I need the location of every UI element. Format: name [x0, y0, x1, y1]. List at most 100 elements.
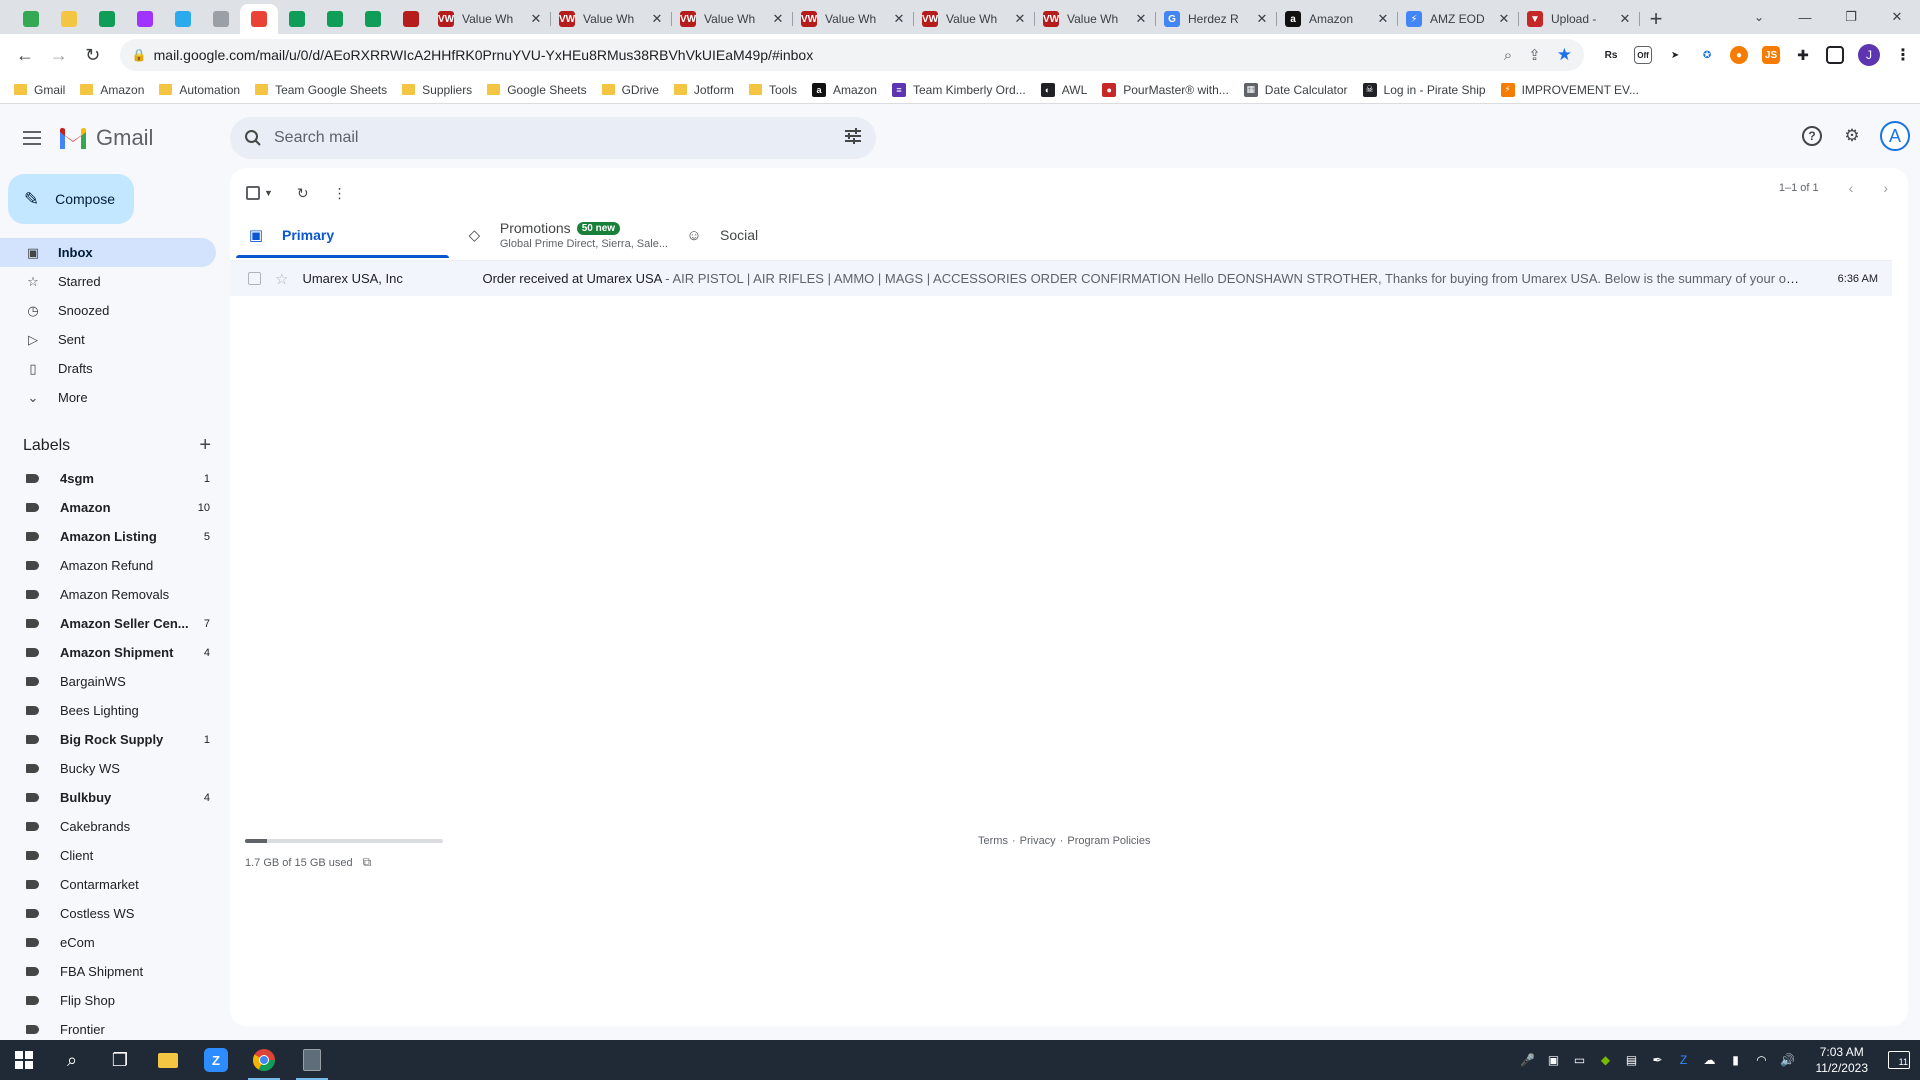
tab-close-icon[interactable]: ✕	[1013, 11, 1027, 27]
nav-item-inbox[interactable]: ▣ Inbox	[0, 238, 216, 267]
zoom-app-icon[interactable]: Z	[192, 1040, 240, 1080]
bookmark-item[interactable]: Amazon	[80, 83, 144, 97]
bookmark-item[interactable]: ≡ Team Kimberly Ord...	[891, 82, 1026, 97]
label-item[interactable]: Cakebrands	[0, 812, 216, 841]
browser-tab[interactable]: VW Value Wh ✕	[430, 4, 551, 34]
bookmark-item[interactable]: Google Sheets	[487, 83, 587, 97]
chrome-profile-avatar[interactable]: J	[1858, 44, 1881, 66]
tab-close-icon[interactable]: ✕	[1618, 11, 1632, 27]
tab-close-icon[interactable]: ✕	[1376, 11, 1390, 27]
wifi-icon[interactable]: ◠	[1754, 1052, 1770, 1068]
browser-tab[interactable]: VW Value Wh ✕	[551, 4, 672, 34]
tab-close-icon[interactable]: ✕	[1497, 11, 1511, 27]
search-bar[interactable]	[230, 117, 876, 159]
pinned-tab[interactable]	[316, 4, 354, 34]
taskbar-clock[interactable]: 7:03 AM 11/2/2023	[1816, 1044, 1869, 1076]
pinned-tab[interactable]	[12, 4, 50, 34]
bookmark-item[interactable]: GDrive	[601, 83, 659, 97]
label-item[interactable]: Frontier	[0, 1015, 216, 1040]
label-item[interactable]: 4sgm 1	[0, 464, 216, 493]
tab-close-icon[interactable]: ✕	[1134, 11, 1148, 27]
label-item[interactable]: BargainWS	[0, 667, 216, 696]
refresh-icon[interactable]: ↻	[297, 185, 309, 202]
label-item[interactable]: Client	[0, 841, 216, 870]
older-chevron-right-icon[interactable]: ›	[1883, 180, 1888, 196]
url-text[interactable]: mail.google.com/mail/u/0/d/AEoRXRRWIcA2H…	[154, 47, 1504, 63]
bookmark-item[interactable]: Jotform	[673, 83, 734, 97]
onedrive-cloud-icon[interactable]: ☁	[1702, 1052, 1718, 1068]
battery-icon[interactable]: ▮	[1728, 1052, 1744, 1068]
label-item[interactable]: Costless WS	[0, 899, 216, 928]
open-storage-icon[interactable]: ⧉	[363, 855, 372, 870]
tray-app-icon[interactable]: ▣	[1546, 1052, 1562, 1068]
side-panel-icon[interactable]	[1826, 46, 1845, 64]
notification-center-icon[interactable]: 11	[1888, 1051, 1910, 1069]
search-options-icon[interactable]	[844, 127, 862, 149]
bookmark-item[interactable]: Gmail	[14, 83, 65, 97]
restore-button[interactable]: ❐	[1828, 0, 1874, 34]
main-menu-icon[interactable]	[18, 124, 46, 152]
label-item[interactable]: Amazon Listing 5	[0, 522, 216, 551]
tab-close-icon[interactable]: ✕	[1255, 11, 1269, 27]
pinned-tab[interactable]	[164, 4, 202, 34]
tray-monitor-icon[interactable]: ▭	[1572, 1052, 1588, 1068]
label-item[interactable]: Amazon Shipment 4	[0, 638, 216, 667]
back-button[interactable]: ←	[8, 38, 42, 72]
chrome-taskbar-icon[interactable]	[240, 1040, 288, 1080]
extensions-puzzle-icon[interactable]: ✚	[1794, 46, 1812, 64]
bookmark-item[interactable]: Suppliers	[402, 83, 472, 97]
minimize-button[interactable]: —	[1782, 0, 1828, 34]
nav-item-more[interactable]: ⌄ More	[0, 383, 216, 412]
bookmark-item[interactable]: ● PourMaster® with...	[1102, 82, 1229, 97]
gmail-logo[interactable]: Gmail	[58, 125, 153, 151]
zoom-icon[interactable]: ⌕	[1504, 47, 1512, 64]
email-row[interactable]: ☆ Umarex USA, Inc Order received at Umarex…	[230, 260, 1892, 296]
volume-icon[interactable]: 🔊	[1780, 1052, 1796, 1068]
pinned-tab[interactable]	[88, 4, 126, 34]
extension-off-icon[interactable]: Off	[1634, 46, 1653, 64]
bookmark-item[interactable]: Team Google Sheets	[255, 83, 387, 97]
nvidia-icon[interactable]: ◆	[1598, 1052, 1614, 1068]
taskbar-search-icon[interactable]: ⌕	[48, 1040, 96, 1080]
label-item[interactable]: Bees Lighting	[0, 696, 216, 725]
label-item[interactable]: FBA Shipment	[0, 957, 216, 986]
compose-button[interactable]: ✎ Compose	[8, 174, 134, 224]
bookmark-item[interactable]: ▦ Date Calculator	[1243, 82, 1348, 97]
label-item[interactable]: Bucky WS	[0, 754, 216, 783]
nav-item-sent[interactable]: ▷ Sent	[0, 325, 216, 354]
search-icon[interactable]	[244, 128, 264, 148]
bookmark-item[interactable]: Automation	[159, 83, 240, 97]
close-window-button[interactable]: ✕	[1874, 0, 1920, 34]
bookmark-item[interactable]: Tools	[748, 83, 797, 97]
label-item[interactable]: Big Rock Supply 1	[0, 725, 216, 754]
terms-link[interactable]: Terms	[978, 835, 1008, 847]
label-item[interactable]: Amazon Removals	[0, 580, 216, 609]
account-avatar[interactable]: A	[1880, 121, 1910, 151]
tab-close-icon[interactable]: ✕	[529, 11, 543, 27]
label-item[interactable]: Amazon 10	[0, 493, 216, 522]
browser-tab[interactable]: a Amazon ✕	[1277, 4, 1398, 34]
file-explorer-icon[interactable]	[144, 1040, 192, 1080]
bookmark-item[interactable]: ⚡ IMPROVEMENT EV...	[1500, 82, 1639, 97]
extension-target-icon[interactable]: ✪	[1698, 46, 1716, 64]
nav-item-snoozed[interactable]: ◷ Snoozed	[0, 296, 216, 325]
label-item[interactable]: Flip Shop	[0, 986, 216, 1015]
browser-tab[interactable]: VW Value Wh ✕	[672, 4, 793, 34]
share-icon[interactable]: ⇪	[1528, 46, 1541, 64]
create-label-plus-icon[interactable]: +	[199, 434, 211, 457]
tab-close-icon[interactable]: ✕	[771, 11, 785, 27]
tab-primary[interactable]: ▣ Primary	[230, 212, 449, 258]
pinned-tab[interactable]	[392, 4, 430, 34]
label-item[interactable]: Bulkbuy 4	[0, 783, 216, 812]
label-item[interactable]: eCom	[0, 928, 216, 957]
search-input[interactable]	[274, 129, 844, 147]
pinned-tab[interactable]	[240, 4, 278, 34]
new-tab-button[interactable]: +	[1640, 4, 1672, 34]
windows-start-icon[interactable]	[0, 1040, 48, 1080]
pinned-tab[interactable]	[354, 4, 392, 34]
tab-close-icon[interactable]: ✕	[650, 11, 664, 27]
tab-social[interactable]: ☺ Social	[668, 212, 887, 258]
extension-orange-icon[interactable]: ●	[1730, 46, 1749, 64]
tab-search-icon[interactable]: ⌄	[1744, 4, 1774, 30]
microphone-icon[interactable]: 🎤	[1520, 1052, 1536, 1068]
